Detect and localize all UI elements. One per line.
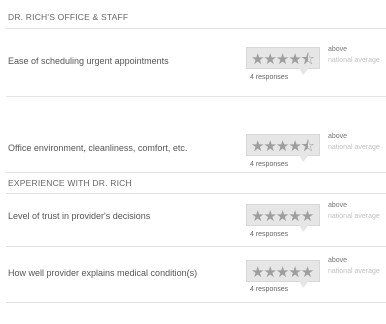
speech-pointer [299,281,309,288]
half-star-icon: ⯪ [300,137,315,155]
comparison-sublabel: national average [328,213,380,220]
speech-pointer [299,225,309,232]
comparison-label: above [328,46,348,53]
row-divider [6,246,386,247]
responses-count: 4 responses [250,286,289,293]
comparison-sublabel: national average [328,57,380,64]
rating-stars-box: ★★★★⯪ [246,47,320,75]
section-title-office-staff: DR. RICH'S OFFICE & STAFF [8,12,129,22]
section-divider [6,28,386,29]
star-icons: ★★★★⯪ [251,137,315,155]
row-label: Ease of scheduling urgent appointments [8,56,169,66]
responses-count: 4 responses [250,161,289,168]
rating-stars-box: ★★★★⯪ [246,134,320,162]
star-icons: ★★★★★ [251,263,314,281]
comparison-label: above [328,202,348,209]
star-icons: ★★★★⯪ [251,50,315,68]
comparison-label: above [328,133,348,140]
section-divider [6,193,386,194]
row-divider [6,96,386,97]
row-label: Office environment, cleanliness, comfort… [8,143,188,153]
comparison-label: above [328,257,348,264]
comparison-sublabel: national average [328,144,380,151]
half-star-icon: ⯪ [300,50,315,68]
section-title-experience: EXPERIENCE WITH DR. RICH [8,178,132,188]
rating-stars-box: ★★★★★ [246,260,320,288]
star-icons: ★★★★★ [251,207,314,225]
speech-pointer [299,155,309,162]
comparison-sublabel: national average [328,268,380,275]
row-divider [6,302,386,303]
row-label: How well provider explains medical condi… [8,268,198,278]
rating-stars-box: ★★★★★ [246,204,320,232]
speech-pointer [299,68,309,75]
responses-count: 4 responses [250,74,289,81]
responses-count: 4 responses [250,231,289,238]
row-divider [6,172,386,173]
row-label: Level of trust in provider's decisions [8,211,151,221]
